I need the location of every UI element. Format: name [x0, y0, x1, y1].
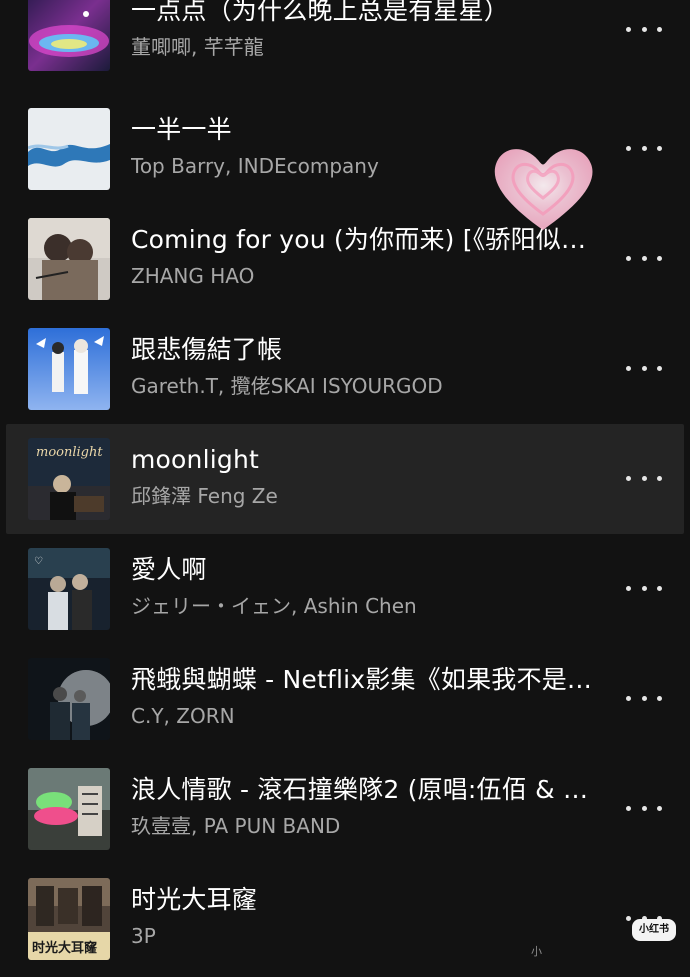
svg-text:时光大耳窿: 时光大耳窿 [32, 940, 98, 956]
album-cover [28, 658, 110, 740]
more-dots-icon[interactable] [626, 134, 662, 162]
song-row[interactable]: 飛蛾與蝴蝶 - Netflix影集《如果我不是我》 C.Y, ZORN [6, 644, 684, 754]
song-title: 时光大耳窿 [131, 885, 258, 914]
more-dots-icon[interactable] [626, 15, 662, 43]
more-dots-icon[interactable] [626, 244, 662, 272]
album-cover [28, 328, 110, 410]
song-row[interactable]: 跟悲傷結了帳 Gareth.T, 攬佬SKAI ISYOURGOD [6, 314, 684, 424]
album-cover: 时光大耳窿 [28, 878, 110, 960]
song-title: 浪人情歌 - 滾石撞樂隊2 (原唱:伍佰 & China Blue) [131, 775, 601, 804]
album-cover [28, 108, 110, 190]
album-cover [28, 218, 110, 300]
more-dots-icon[interactable] [626, 794, 662, 822]
song-title: 愛人啊 [131, 555, 207, 584]
song-artist: ZHANG HAO [131, 264, 255, 288]
more-dots-icon[interactable] [626, 574, 662, 602]
song-artist: 邱鋒澤 Feng Ze [131, 484, 278, 508]
more-dots-icon[interactable] [626, 354, 662, 382]
song-artist: ジェリー・イェン, Ashin Chen [131, 594, 417, 618]
album-cover: moonlight [28, 438, 110, 520]
song-title: 飛蛾與蝴蝶 - Netflix影集《如果我不是我》 [131, 665, 601, 694]
song-artist: Gareth.T, 攬佬SKAI ISYOURGOD [131, 374, 443, 398]
album-cover [28, 0, 110, 71]
heart-sticker [486, 140, 601, 235]
song-row[interactable]: 时光大耳窿 时光大耳窿 3P [6, 864, 684, 974]
album-cover [28, 768, 110, 850]
song-row-active[interactable]: moonlight moonlight 邱鋒澤 Feng Ze [6, 424, 684, 534]
song-row[interactable]: ♡ 愛人啊 ジェリー・イェン, Ashin Chen [6, 534, 684, 644]
xiaohongshu-watermark: 小红书 [632, 919, 676, 941]
more-dots-icon[interactable] [626, 464, 662, 492]
song-artist: C.Y, ZORN [131, 704, 235, 728]
song-title: 跟悲傷結了帳 [131, 335, 283, 364]
album-cover: ♡ [28, 548, 110, 630]
svg-text:♡: ♡ [34, 556, 43, 567]
song-artist: 董唧唧, 芊芊龍 [131, 35, 264, 59]
song-title: 一点点（为什么晚上总是有星星） [131, 0, 510, 25]
song-artist: 玖壹壹, PA PUN BAND [131, 814, 341, 838]
song-title: moonlight [131, 445, 259, 474]
watermark-side-text: 小 [531, 945, 542, 958]
song-row[interactable]: 一点点（为什么晚上总是有星星） 董唧唧, 芊芊龍 [6, 0, 684, 85]
svg-text:moonlight: moonlight [36, 445, 103, 460]
song-row[interactable]: 浪人情歌 - 滾石撞樂隊2 (原唱:伍佰 & China Blue) 玖壹壹, … [6, 754, 684, 864]
more-dots-icon[interactable] [626, 684, 662, 712]
